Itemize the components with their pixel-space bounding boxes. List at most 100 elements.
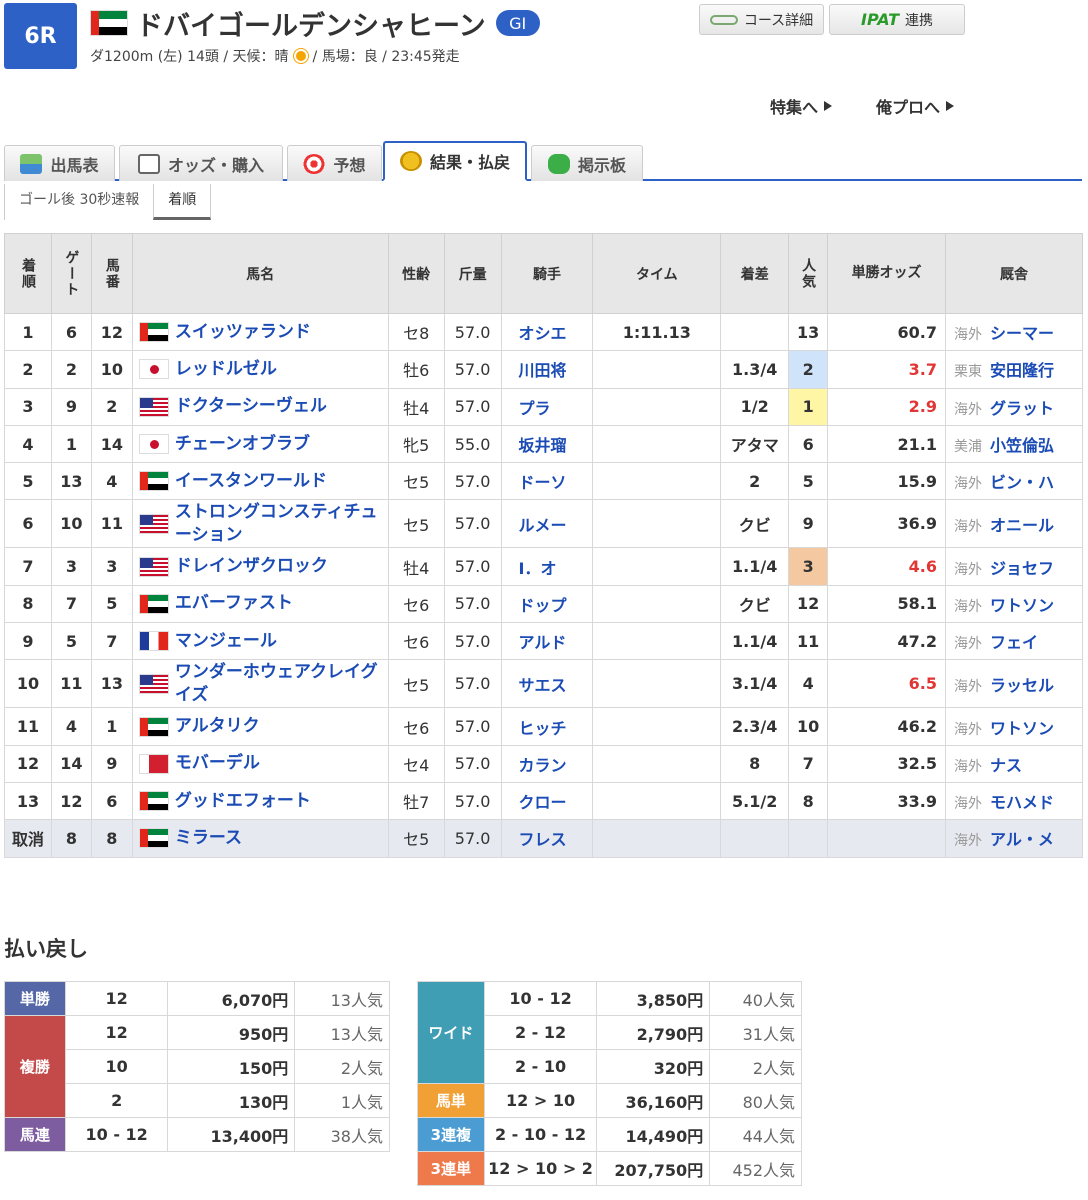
- horse-name-link[interactable]: モバーデル: [131, 744, 389, 783]
- trainer-name[interactable]: アル・メ: [990, 830, 1054, 849]
- jockey-link[interactable]: ドップ: [500, 584, 594, 624]
- horse-name[interactable]: レッドルゼル: [175, 358, 277, 381]
- jockey-link[interactable]: ドーソ: [500, 462, 594, 501]
- jockey-link[interactable]: クロー: [500, 781, 594, 821]
- horse-name[interactable]: チェーンオブラブ: [175, 433, 310, 456]
- horse-name[interactable]: マンジェール: [175, 630, 277, 653]
- payout-row-tansho: 単勝 12 6,070円 13人気: [4, 981, 390, 1016]
- orepro-link[interactable]: 俺プロへ: [876, 94, 955, 118]
- trainer-name[interactable]: 小笠倫弘: [990, 436, 1054, 455]
- horse-number: 3: [90, 547, 133, 586]
- trainer-name[interactable]: ビン・ハ: [990, 473, 1054, 492]
- horse-name-link[interactable]: エバーファスト: [131, 584, 389, 624]
- trainer-name[interactable]: ワトソン: [990, 596, 1054, 615]
- trainer-cell[interactable]: 美浦 小笠倫弘: [944, 424, 1084, 464]
- popularity: 4: [788, 659, 829, 709]
- carried-weight: 57.0: [443, 744, 502, 783]
- jockey-link[interactable]: オシエ: [500, 312, 594, 352]
- trainer-cell[interactable]: 海外 グラット: [944, 387, 1084, 426]
- table-row: 10 11 13 ワンダーホウェアクレイグイズ セ5 57.0 サエス 3.1/4 4 6.5 海外…: [4, 659, 1084, 709]
- horse-name-link[interactable]: レッドルゼル: [131, 350, 389, 389]
- horse-name-link[interactable]: グッドエフォート: [131, 781, 389, 821]
- jockey-link[interactable]: ルメー: [500, 499, 594, 549]
- trainer-name[interactable]: 安田隆行: [990, 361, 1054, 380]
- trainer-cell[interactable]: 栗東 安田隆行: [944, 350, 1084, 389]
- horse-name[interactable]: モバーデル: [175, 752, 260, 775]
- trainer-cell[interactable]: 海外 ジョセフ: [944, 547, 1084, 586]
- jockey-link[interactable]: フレス: [500, 819, 594, 858]
- tab-results[interactable]: 結果・払戻: [383, 141, 527, 181]
- jockey-link[interactable]: カラン: [500, 744, 594, 783]
- subtab-order[interactable]: 着順: [153, 184, 212, 220]
- payout-label: 3連複: [417, 1117, 485, 1152]
- trainer-name[interactable]: フェイ: [990, 633, 1038, 652]
- trainer-name[interactable]: グラット: [990, 399, 1054, 418]
- sex-age: セ6: [387, 707, 445, 746]
- horse-name-link[interactable]: ドクターシーヴェル: [131, 387, 389, 426]
- horse-name-link[interactable]: スイッツァランド: [131, 312, 389, 352]
- race-meta-text: ダ1200m (左) 14頭 / 天候：晴: [90, 49, 289, 65]
- gate-number: 10: [50, 499, 92, 549]
- horse-name[interactable]: ドクターシーヴェル: [175, 395, 327, 418]
- horse-name-link[interactable]: ドレインザクロック: [131, 547, 389, 586]
- subtab-quick-report[interactable]: ゴール後 30秒速報: [4, 184, 153, 220]
- horse-name[interactable]: イースタンワールド: [175, 470, 327, 493]
- horse-name-link[interactable]: ミラース: [131, 819, 389, 858]
- jockey-link[interactable]: I．オ: [500, 547, 594, 586]
- jockey-link[interactable]: 坂井瑠: [500, 424, 594, 464]
- horse-name[interactable]: ミラース: [175, 827, 242, 850]
- trainer-name[interactable]: ジョセフ: [990, 559, 1054, 578]
- horse-name-link[interactable]: ストロングコンスティチューション: [131, 499, 389, 549]
- tab-prediction[interactable]: 予想: [287, 145, 382, 181]
- trainer-cell[interactable]: 海外 シーマー: [944, 312, 1084, 352]
- horse-name-link[interactable]: マンジェール: [131, 622, 389, 661]
- trainer-name[interactable]: ナス: [990, 756, 1022, 775]
- horse-name[interactable]: ストロングコンスティチューション: [175, 501, 380, 547]
- horse-name-link[interactable]: ワンダーホウェアクレイグイズ: [131, 659, 389, 709]
- horse-name[interactable]: グッドエフォート: [175, 790, 311, 813]
- trainer-name[interactable]: オニール: [990, 516, 1054, 535]
- trainer-cell[interactable]: 海外 ワトソン: [944, 707, 1084, 746]
- trainer-cell[interactable]: 海外 モハメド: [944, 781, 1084, 821]
- horse-name-link[interactable]: イースタンワールド: [131, 462, 389, 501]
- trainer-cell[interactable]: 海外 ワトソン: [944, 584, 1084, 624]
- jockey-link[interactable]: アルド: [500, 622, 594, 661]
- trainer-name[interactable]: モハメド: [990, 793, 1054, 812]
- trainer-cell[interactable]: 海外 ナス: [944, 744, 1084, 783]
- table-row: 9 5 7 マンジェール セ6 57.0 アルド 1.1/4 11 47.2 海外 フェイ: [4, 622, 1084, 661]
- jockey-link[interactable]: プラ: [500, 387, 594, 426]
- horse-name[interactable]: ワンダーホウェアクレイグイズ: [175, 661, 380, 707]
- horse-name[interactable]: スイッツァランド: [175, 321, 311, 344]
- horse-name-link[interactable]: チェーンオブラブ: [131, 424, 389, 464]
- horse-name-link[interactable]: アルタリク: [131, 707, 389, 746]
- table-row: 12 14 9 モバーデル セ4 57.0 カラン 8 7 32.5 海外 ナス: [4, 744, 1084, 783]
- trainer-cell[interactable]: 海外 フェイ: [944, 622, 1084, 661]
- course-detail-label: コース詳細: [743, 12, 814, 29]
- popularity: 11: [788, 622, 829, 661]
- horse-name[interactable]: ドレインザクロック: [175, 555, 328, 578]
- trainer-name[interactable]: シーマー: [990, 324, 1054, 343]
- trainer-cell[interactable]: 海外 ビン・ハ: [944, 462, 1084, 501]
- ipat-link-button[interactable]: IPAT 連携: [829, 4, 965, 35]
- feature-link[interactable]: 特集へ: [770, 94, 833, 118]
- horse-name[interactable]: エバーファスト: [175, 592, 293, 615]
- sex-age: 牡4: [387, 547, 445, 586]
- horse-name[interactable]: アルタリク: [175, 715, 260, 738]
- tab-odds-purchase[interactable]: オッズ・購入: [119, 145, 283, 181]
- stable-location: 海外: [953, 796, 982, 813]
- trainer-cell[interactable]: 海外 ラッセル: [944, 659, 1084, 709]
- trainer-name[interactable]: ラッセル: [990, 676, 1054, 695]
- trainer-cell[interactable]: 海外 オニール: [944, 499, 1084, 549]
- jockey-link[interactable]: ヒッチ: [500, 707, 594, 746]
- trainer-name[interactable]: ワトソン: [990, 719, 1054, 738]
- horse-number: 7: [90, 622, 133, 661]
- course-detail-button[interactable]: コース詳細: [699, 4, 824, 35]
- tab-entries[interactable]: 出馬表: [4, 145, 115, 181]
- jockey-link[interactable]: 川田将: [500, 350, 594, 389]
- stable-location: 栗東: [953, 364, 982, 381]
- race-number-badge: 6R: [4, 3, 77, 69]
- trainer-cell[interactable]: 海外 アル・メ: [944, 819, 1084, 858]
- stable-location: 美浦: [953, 439, 982, 456]
- jockey-link[interactable]: サエス: [500, 659, 594, 709]
- tab-bbs[interactable]: 掲示板: [531, 145, 643, 181]
